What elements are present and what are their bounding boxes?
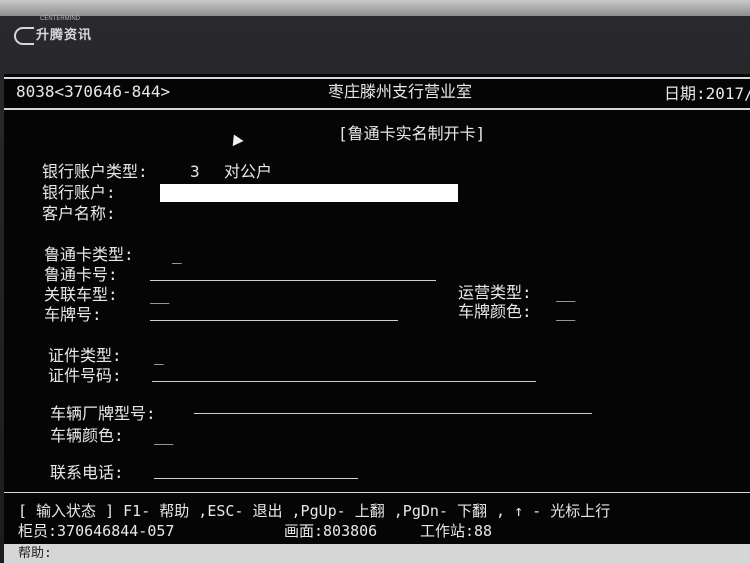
plate-color-field[interactable]: __: [556, 302, 575, 322]
branch-name: 枣庄滕州支行营业室: [328, 82, 473, 101]
terminal-id: 8038<370646-844>: [16, 82, 171, 101]
plate-no-label: 车牌号:: [44, 305, 102, 324]
plate-color-label: 车牌颜色:: [458, 302, 532, 321]
plate-no-field[interactable]: [150, 320, 398, 321]
workstation-id: 工作站:88: [420, 522, 493, 540]
mouse-cursor-icon: [228, 131, 244, 147]
id-type-field[interactable]: _: [154, 346, 164, 366]
account-type-desc: 对公户: [224, 162, 273, 181]
header-bottom-rule: [4, 108, 750, 110]
vehicle-type-label: 关联车型:: [44, 285, 118, 304]
vehicle-color-label: 车辆颜色:: [50, 426, 124, 445]
terminal-screen: 8038<370646-844> 枣庄滕州支行营业室 日期:2017/ [鲁通卡…: [4, 74, 750, 563]
vehicle-color-field[interactable]: __: [154, 426, 173, 446]
card-no-label: 鲁通卡号:: [44, 265, 118, 284]
form-title: [鲁通卡实名制开卡]: [338, 124, 486, 143]
card-no-field[interactable]: [150, 280, 436, 281]
date-label: 日期:2017/: [664, 84, 750, 103]
brand-swirl-icon: [14, 26, 34, 45]
teller-id: 柜员:370646844-057: [18, 522, 175, 540]
account-type-label: 银行账户类型:: [42, 162, 148, 181]
phone-field[interactable]: [154, 478, 358, 479]
account-label: 银行账户:: [42, 183, 116, 202]
status-rule: [4, 492, 750, 493]
screen-code: 画面:803806: [284, 522, 378, 540]
brand-subtitle: CENTERMIND: [40, 16, 80, 22]
id-no-label: 证件号码:: [48, 366, 122, 385]
header-top-rule: [4, 77, 750, 79]
brand-logo: 升腾资讯 CENTERMIND: [14, 16, 93, 45]
help-bar: 帮助:: [4, 544, 750, 563]
background-wall: [0, 0, 750, 16]
card-type-field[interactable]: _: [172, 245, 182, 265]
account-type-field[interactable]: 3: [190, 162, 200, 182]
operation-type-label: 运营类型:: [458, 283, 532, 302]
vehicle-model-label: 车辆厂牌型号:: [50, 404, 156, 423]
vehicle-type-field[interactable]: __: [150, 285, 169, 305]
brand-name: 升腾资讯: [36, 27, 93, 42]
phone-label: 联系电话:: [50, 463, 124, 482]
id-type-label: 证件类型:: [48, 346, 122, 365]
id-no-field[interactable]: [152, 381, 536, 382]
card-type-label: 鲁通卡类型:: [44, 245, 134, 264]
customer-name-label: 客户名称:: [42, 204, 116, 223]
help-label: 帮助:: [18, 546, 52, 561]
account-number-redacted[interactable]: [160, 184, 458, 202]
vehicle-model-field[interactable]: [194, 413, 592, 414]
key-hint-line: [ 输入状态 ] F1- 帮助 ,ESC- 退出 ,PgUp- 上翻 ,PgDn…: [18, 502, 611, 520]
operation-type-field[interactable]: __: [556, 283, 575, 303]
